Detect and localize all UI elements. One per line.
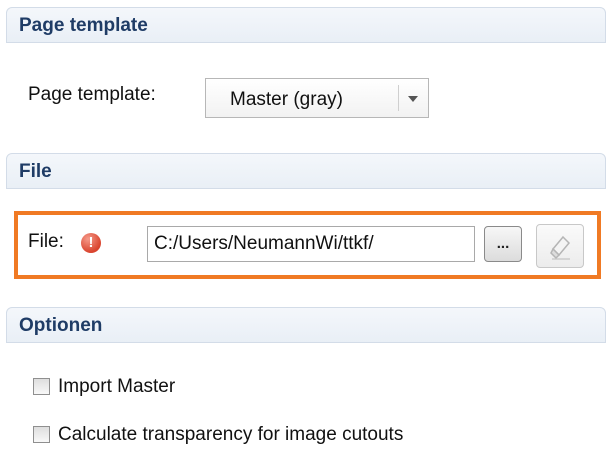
file-path-input[interactable] [147, 226, 475, 262]
file-label: File: [28, 231, 64, 252]
clear-button[interactable] [536, 224, 584, 268]
page-template-section-header[interactable]: Page template [6, 7, 606, 43]
eraser-icon [550, 235, 571, 260]
calculate-transparency-label[interactable]: Calculate transparency for image cutouts [58, 424, 403, 446]
section-title: Optionen [19, 315, 103, 336]
page-template-select-value: Master (gray) [230, 89, 343, 110]
page-template-select[interactable]: Master (gray) [205, 78, 429, 118]
error-icon: ! [81, 233, 101, 253]
section-title: Page template [19, 15, 148, 36]
calculate-transparency-checkbox[interactable] [33, 426, 50, 443]
chevron-down-icon[interactable] [408, 96, 418, 102]
import-master-checkbox[interactable] [33, 378, 50, 395]
browse-button[interactable]: ... [484, 226, 522, 262]
file-section-header[interactable]: File [6, 153, 606, 189]
select-divider [398, 85, 399, 111]
options-section-header[interactable]: Optionen [6, 307, 606, 343]
section-title: File [19, 161, 52, 182]
page-template-label: Page template: [28, 84, 156, 105]
import-master-label[interactable]: Import Master [58, 376, 175, 398]
